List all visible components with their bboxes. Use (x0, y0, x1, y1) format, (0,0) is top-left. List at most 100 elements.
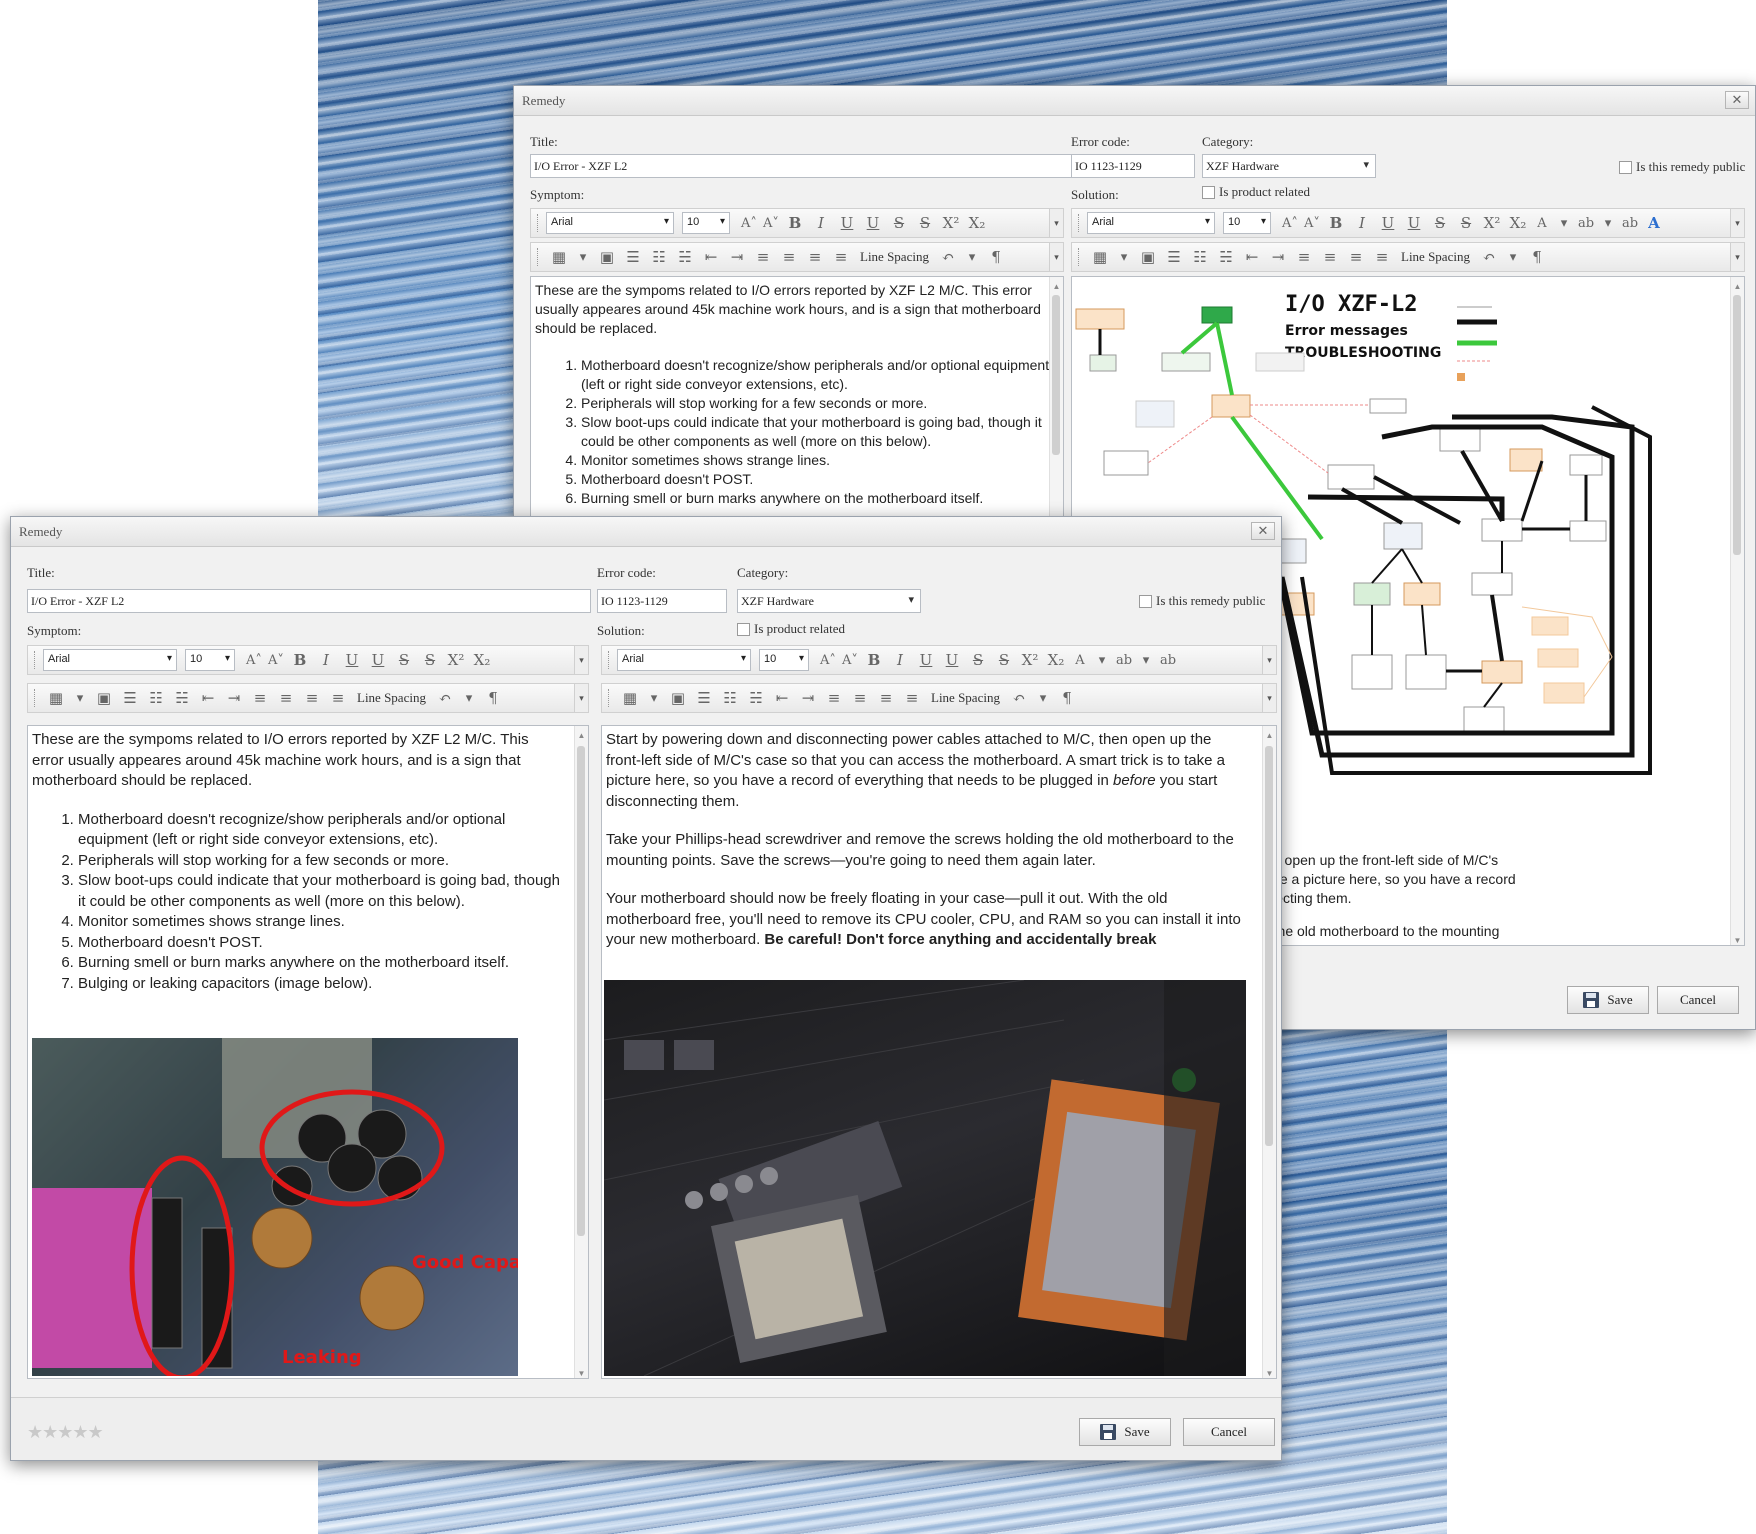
toolbar-overflow-icon[interactable]: ▾ (1730, 243, 1744, 271)
increase-indent-icon[interactable]: ⇥ (221, 689, 247, 707)
bullet-list-icon[interactable]: ☰ (1161, 248, 1187, 266)
public-checkbox[interactable]: Is this remedy public (1139, 593, 1265, 609)
multilevel-list-icon[interactable]: ☵ (1213, 248, 1239, 266)
toolbar-overflow-icon[interactable]: ▾ (1730, 209, 1744, 237)
subscript-icon[interactable]: X₂ (1505, 214, 1531, 232)
italic-icon[interactable]: I (808, 214, 834, 232)
italic-icon[interactable]: I (313, 651, 339, 669)
subscript-icon[interactable]: X₂ (964, 214, 990, 232)
scroll-thumb[interactable] (577, 746, 585, 1236)
error-code-field[interactable]: IO 1123-1129 (597, 589, 727, 613)
grow-font-icon[interactable]: A˄ (243, 653, 265, 668)
highlight-icon[interactable]: ab (1113, 653, 1135, 668)
align-center-icon[interactable]: ≡ (1317, 248, 1343, 266)
align-center-icon[interactable]: ≡ (776, 248, 802, 266)
error-code-field[interactable]: IO 1123-1129 (1071, 154, 1195, 178)
subscript-icon[interactable]: X₂ (1043, 651, 1069, 669)
image-icon[interactable]: ▣ (665, 689, 691, 707)
undo-icon[interactable]: ↶ (1006, 689, 1032, 707)
superscript-icon[interactable]: X² (938, 214, 964, 232)
font-size-select[interactable]: 10 (1223, 212, 1271, 234)
font-size-select[interactable]: 10 (759, 649, 809, 671)
double-underline-icon[interactable]: U (939, 651, 965, 669)
superscript-icon[interactable]: X² (1017, 651, 1043, 669)
numbered-list-icon[interactable]: ☷ (143, 689, 169, 707)
double-underline-icon[interactable]: U (1401, 214, 1427, 232)
font-size-select[interactable]: 10 (185, 649, 235, 671)
undo-icon[interactable]: ↶ (1476, 248, 1502, 266)
increase-indent-icon[interactable]: ⇥ (724, 248, 750, 266)
strikethrough-icon[interactable]: S (391, 651, 417, 669)
strikethrough-icon[interactable]: S (886, 214, 912, 232)
scroll-down-icon[interactable]: ▼ (575, 1364, 588, 1378)
font-select[interactable]: Arial (617, 649, 751, 671)
scroll-up-icon[interactable]: ▲ (575, 726, 588, 740)
numbered-list-icon[interactable]: ☷ (717, 689, 743, 707)
scroll-up-icon[interactable]: ▲ (1731, 277, 1744, 291)
font-size-select[interactable]: 10 (682, 212, 730, 234)
superscript-icon[interactable]: X² (443, 651, 469, 669)
toolbar-overflow-icon[interactable]: ▾ (1262, 646, 1276, 674)
symptom-scrollbar[interactable]: ▲ ▼ (574, 726, 588, 1378)
table-dropdown-icon[interactable]: ▾ (643, 691, 665, 706)
font-color-dropdown-icon[interactable]: ▾ (1091, 653, 1113, 668)
paragraph-mark-icon[interactable]: ¶ (1524, 248, 1550, 266)
toolbar-grip[interactable] (608, 689, 611, 707)
front-solution-editor[interactable]: Start by powering down and disconnecting… (601, 725, 1277, 1379)
font-color-icon[interactable]: A (1531, 216, 1553, 231)
title-field[interactable]: I/O Error - XZF L2 (530, 154, 1078, 178)
shrink-font-icon[interactable]: A˅ (265, 653, 287, 668)
numbered-list-icon[interactable]: ☷ (1187, 248, 1213, 266)
undo-icon[interactable]: ↶ (432, 689, 458, 707)
scroll-thumb[interactable] (1052, 295, 1060, 455)
table-icon[interactable]: ▦ (43, 689, 69, 707)
justify-icon[interactable]: ≡ (899, 689, 925, 707)
back-symptom-editor[interactable]: These are the sympoms related to I/O err… (530, 276, 1064, 526)
multilevel-list-icon[interactable]: ☵ (743, 689, 769, 707)
image-icon[interactable]: ▣ (91, 689, 117, 707)
highlight-dropdown-icon[interactable]: ▾ (1597, 216, 1619, 231)
table-dropdown-icon[interactable]: ▾ (69, 691, 91, 706)
toolbar-grip[interactable] (1078, 248, 1081, 266)
toolbar-grip[interactable] (537, 248, 540, 266)
scroll-up-icon[interactable]: ▲ (1050, 277, 1063, 291)
table-icon[interactable]: ▦ (617, 689, 643, 707)
product-related-checkbox[interactable]: Is product related (737, 621, 845, 637)
double-strikethrough-icon[interactable]: S (991, 651, 1017, 669)
bold-icon[interactable]: B (782, 214, 808, 232)
table-dropdown-icon[interactable]: ▾ (572, 250, 594, 265)
strikethrough-icon[interactable]: S (1427, 214, 1453, 232)
toolbar-overflow-icon[interactable]: ▾ (574, 684, 588, 712)
underline-icon[interactable]: U (1375, 214, 1401, 232)
underline-icon[interactable]: U (834, 214, 860, 232)
double-underline-icon[interactable]: U (365, 651, 391, 669)
align-left-icon[interactable]: ≡ (1291, 248, 1317, 266)
bold-icon[interactable]: B (861, 651, 887, 669)
decrease-indent-icon[interactable]: ⇤ (1239, 248, 1265, 266)
checkbox-box[interactable] (1139, 594, 1152, 608)
numbered-list-icon[interactable]: ☷ (646, 248, 672, 266)
bullet-list-icon[interactable]: ☰ (691, 689, 717, 707)
scroll-thumb[interactable] (1733, 295, 1741, 555)
cancel-button[interactable]: Cancel (1183, 1418, 1275, 1446)
save-button[interactable]: Save (1079, 1418, 1171, 1446)
category-select[interactable]: XZF Hardware (737, 589, 921, 613)
superscript-icon[interactable]: X² (1479, 214, 1505, 232)
checkbox-box[interactable] (1619, 160, 1632, 174)
toolbar-grip[interactable] (34, 689, 37, 707)
toolbar-grip[interactable] (34, 651, 37, 669)
undo-icon[interactable]: ↶ (935, 248, 961, 266)
decrease-indent-icon[interactable]: ⇤ (195, 689, 221, 707)
solution-scrollbar[interactable]: ▲ ▼ (1730, 277, 1744, 945)
image-icon[interactable]: ▣ (594, 248, 620, 266)
highlight-icon[interactable]: ab (1575, 216, 1597, 231)
shrink-font-icon[interactable]: A˅ (1301, 216, 1323, 231)
clear-format-icon[interactable]: ab (1157, 653, 1179, 668)
toolbar-grip[interactable] (1078, 214, 1081, 232)
justify-icon[interactable]: ≡ (828, 248, 854, 266)
align-center-icon[interactable]: ≡ (273, 689, 299, 707)
bullet-list-icon[interactable]: ☰ (117, 689, 143, 707)
toolbar-grip[interactable] (608, 651, 611, 669)
checkbox-box[interactable] (737, 622, 750, 636)
grow-font-icon[interactable]: A˄ (817, 653, 839, 668)
